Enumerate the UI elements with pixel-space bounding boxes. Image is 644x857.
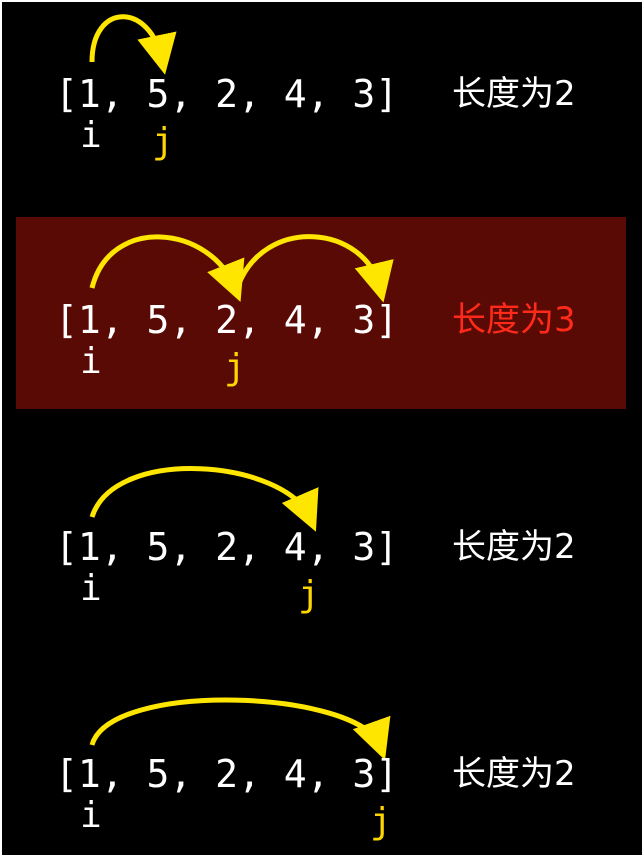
array-row-step4: [1, 5, 2, 4, 3] — [55, 752, 399, 796]
array-row-step3: [1, 5, 2, 4, 3] — [55, 525, 399, 569]
jump-arrow-step2-2-to-3 — [235, 234, 394, 303]
pointer-j-step3: j — [298, 574, 320, 615]
pointer-j-step1: j — [152, 121, 174, 162]
length-label-step1: 长度为2 — [452, 74, 576, 114]
array-row-step1: [1, 5, 2, 4, 3] — [55, 72, 399, 116]
length-label-step3: 长度为2 — [452, 527, 576, 567]
pointer-i-step3: i — [80, 568, 102, 609]
jump-arrow-step2-1-to-2 — [89, 234, 245, 302]
jump-arrow-step4-1-to-3 — [89, 697, 391, 761]
jump-arrow-step1-1-to-5 — [89, 14, 177, 75]
array-row-step2: [1, 5, 2, 4, 3] — [55, 298, 399, 342]
pointer-i-step1: i — [80, 115, 102, 156]
pointer-i-step4: i — [80, 795, 102, 836]
pointer-j-step2: j — [224, 347, 246, 388]
pointer-j-step4: j — [370, 801, 392, 842]
length-label-step4: 长度为2 — [452, 754, 576, 794]
length-label-step2: 长度为3 — [452, 300, 576, 340]
jump-arrow-step3-1-to-4 — [89, 466, 319, 532]
pointer-i-step2: i — [80, 341, 102, 382]
